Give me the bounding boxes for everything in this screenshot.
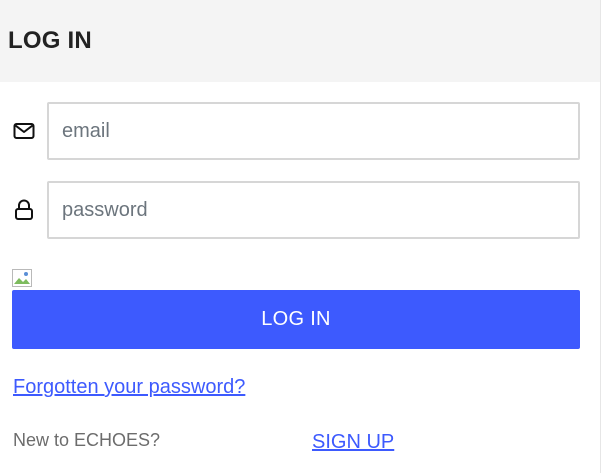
header-bar: LOG IN bbox=[0, 0, 600, 82]
mail-icon bbox=[12, 119, 36, 143]
password-row bbox=[12, 181, 580, 239]
login-page: LOG IN LOG IN Forgotten your password? N… bbox=[0, 0, 601, 473]
email-field[interactable] bbox=[47, 102, 580, 160]
login-button[interactable]: LOG IN bbox=[12, 290, 580, 349]
forgot-password-link[interactable]: Forgotten your password? bbox=[13, 376, 245, 399]
new-user-prompt: New to ECHOES? bbox=[13, 430, 161, 450]
page-title: LOG IN bbox=[8, 27, 92, 54]
sign-up-link[interactable]: SIGN UP bbox=[312, 431, 394, 454]
lock-icon bbox=[12, 198, 36, 222]
email-row bbox=[12, 102, 580, 160]
broken-image-icon bbox=[12, 269, 32, 287]
password-field[interactable] bbox=[47, 181, 580, 239]
